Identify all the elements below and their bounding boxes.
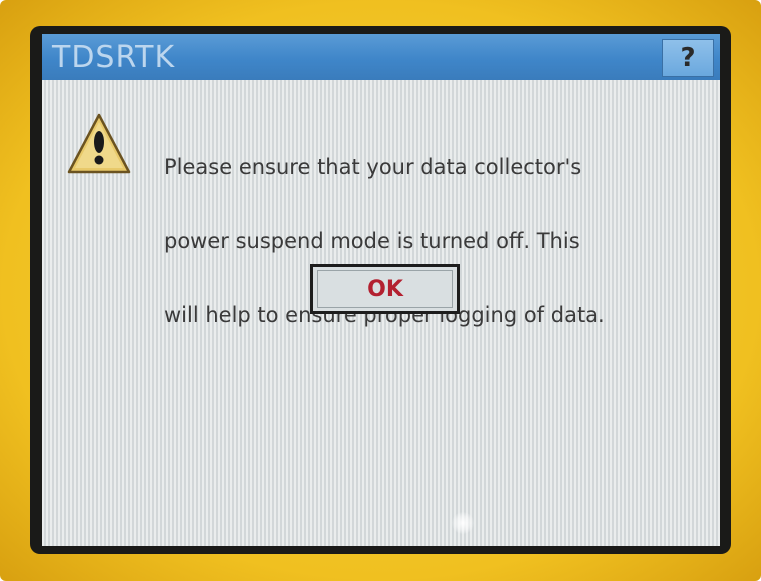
help-button[interactable]: ? <box>662 39 714 77</box>
device-screen: TDSRTK ? Please ensure that your data co… <box>42 34 720 546</box>
message-line: Please ensure that your data collector's <box>164 155 582 179</box>
message-line: power suspend mode is turned off. This <box>164 229 580 253</box>
help-icon: ? <box>680 43 696 73</box>
dialog-message: Please ensure that your data collector's… <box>164 112 704 371</box>
ok-button-label: OK <box>317 270 453 308</box>
title-bar: TDSRTK ? <box>42 34 720 80</box>
ok-button[interactable]: OK <box>310 264 460 314</box>
window-title: TDSRTK <box>52 39 176 75</box>
screen-glare <box>452 512 474 534</box>
warning-icon <box>67 113 131 174</box>
